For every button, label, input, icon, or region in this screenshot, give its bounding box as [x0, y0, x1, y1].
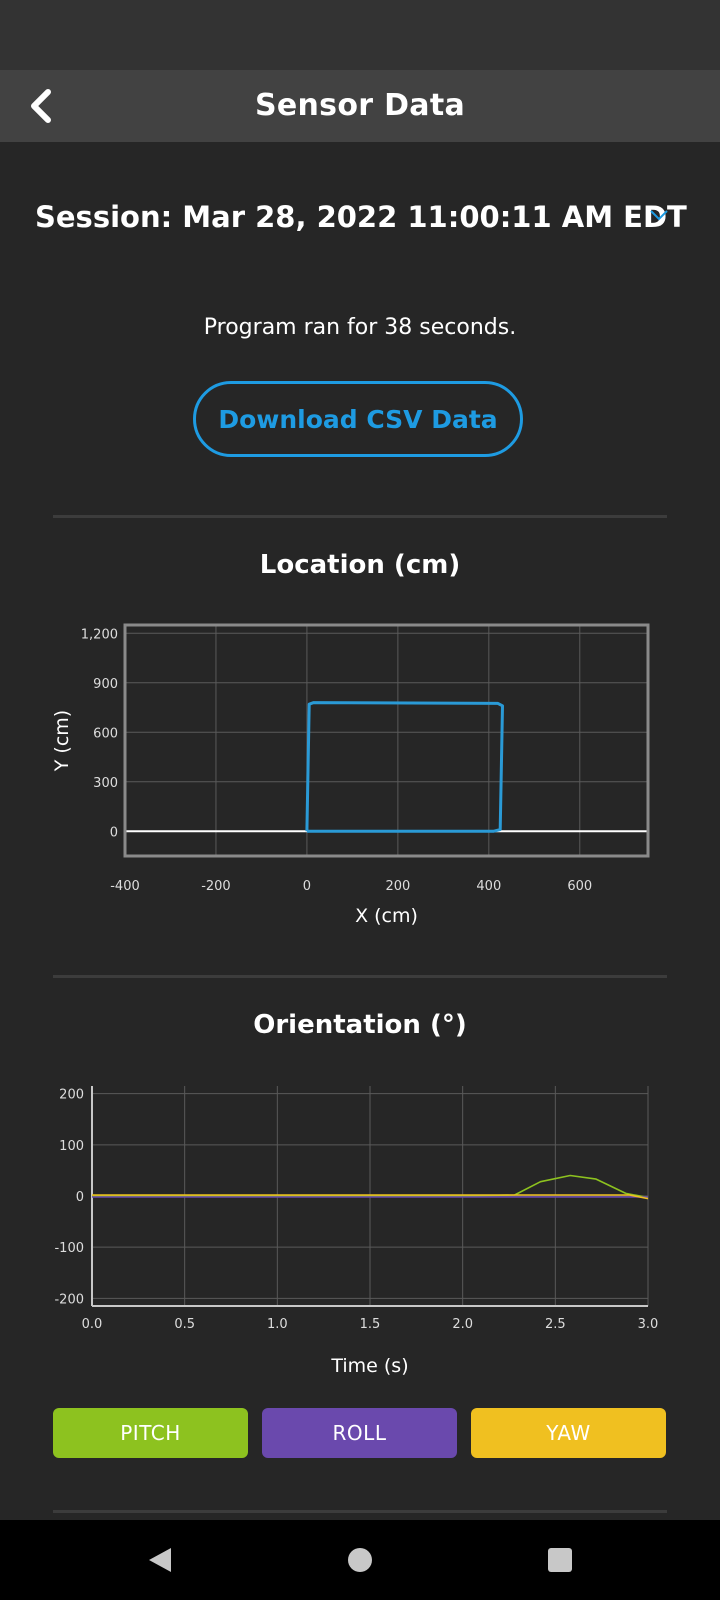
- path-series-line: [305, 701, 504, 833]
- system-nav-bar: [0, 1520, 720, 1600]
- x-tick-label: 400: [476, 879, 501, 894]
- nav-back-button[interactable]: [140, 1540, 180, 1580]
- runtime-text: Program ran for 38 seconds.: [203, 315, 517, 340]
- orientation-chart: 0.0 0.5 1.0 1.5 2.0 2.5 3.0 200 100 0 -100 -200 Time…: [54, 1086, 659, 1377]
- y-tick-label: 1,200: [81, 627, 118, 642]
- x-tick-label: 0: [303, 879, 311, 894]
- divider: [53, 975, 667, 978]
- y-tick-label: 600: [93, 726, 118, 741]
- x-tick-label: 1.5: [360, 1317, 381, 1332]
- x-tick-label: 200: [385, 879, 410, 894]
- y-tick-label: 300: [93, 776, 118, 791]
- y-axis-label: Y (cm): [51, 710, 73, 772]
- y-tick-label: 200: [59, 1088, 84, 1103]
- divider: [53, 515, 667, 518]
- pitch-toggle-label: PITCH: [120, 1421, 181, 1445]
- circle-home-icon: [348, 1548, 372, 1572]
- square-recents-icon: [548, 1548, 572, 1572]
- x-tick-label: 2.0: [452, 1317, 473, 1332]
- roll-toggle[interactable]: ROLL: [262, 1408, 457, 1458]
- location-chart: -400 -200 0 200 400 600 0 300 600 900 1,200 X (cm) Y…: [51, 623, 650, 927]
- yaw-toggle-label: YAW: [546, 1421, 591, 1445]
- triangle-back-icon: [149, 1548, 171, 1572]
- back-button[interactable]: [18, 82, 66, 130]
- chevron-down-icon: [650, 210, 668, 221]
- plot-frame: [123, 623, 650, 858]
- y-tick-label: 100: [59, 1139, 84, 1154]
- app-bar: Sensor Data: [0, 70, 720, 142]
- y-tick-label: -200: [54, 1292, 84, 1307]
- session-selector[interactable]: Session: Mar 28, 2022 11:00:11 AM EDT: [35, 195, 687, 239]
- x-tick-label: -400: [110, 879, 140, 894]
- session-label: Session: Mar 28, 2022 11:00:11 AM EDT: [35, 200, 687, 234]
- download-csv-button[interactable]: Download CSV Data: [193, 381, 523, 457]
- x-tick-label: 2.5: [545, 1317, 566, 1332]
- roll-toggle-label: ROLL: [332, 1421, 387, 1445]
- status-bar: [0, 0, 720, 70]
- x-tick-label: 0.5: [174, 1317, 195, 1332]
- y-tick-label: 0: [76, 1190, 84, 1205]
- x-tick-label: -200: [201, 879, 231, 894]
- nav-home-button[interactable]: [340, 1540, 380, 1580]
- orientation-title: Orientation (°): [253, 1010, 467, 1040]
- x-tick-label: 600: [567, 879, 592, 894]
- yaw-toggle[interactable]: YAW: [471, 1408, 666, 1458]
- nav-recents-button[interactable]: [540, 1540, 580, 1580]
- x-axis-label: Time (s): [330, 1355, 408, 1377]
- pitch-toggle[interactable]: PITCH: [53, 1408, 248, 1458]
- x-tick-label: 1.0: [267, 1317, 288, 1332]
- page-title: Sensor Data: [254, 88, 466, 123]
- y-tick-label: 900: [93, 677, 118, 692]
- y-tick-label: 0: [110, 825, 118, 840]
- x-tick-label: 0.0: [82, 1317, 103, 1332]
- x-tick-label: 3.0: [638, 1317, 659, 1332]
- x-axis-label: X (cm): [355, 905, 418, 927]
- y-tick-label: -100: [54, 1241, 84, 1256]
- chevron-left-icon: [31, 89, 51, 123]
- divider: [53, 1510, 667, 1513]
- location-title: Location (cm): [259, 550, 461, 580]
